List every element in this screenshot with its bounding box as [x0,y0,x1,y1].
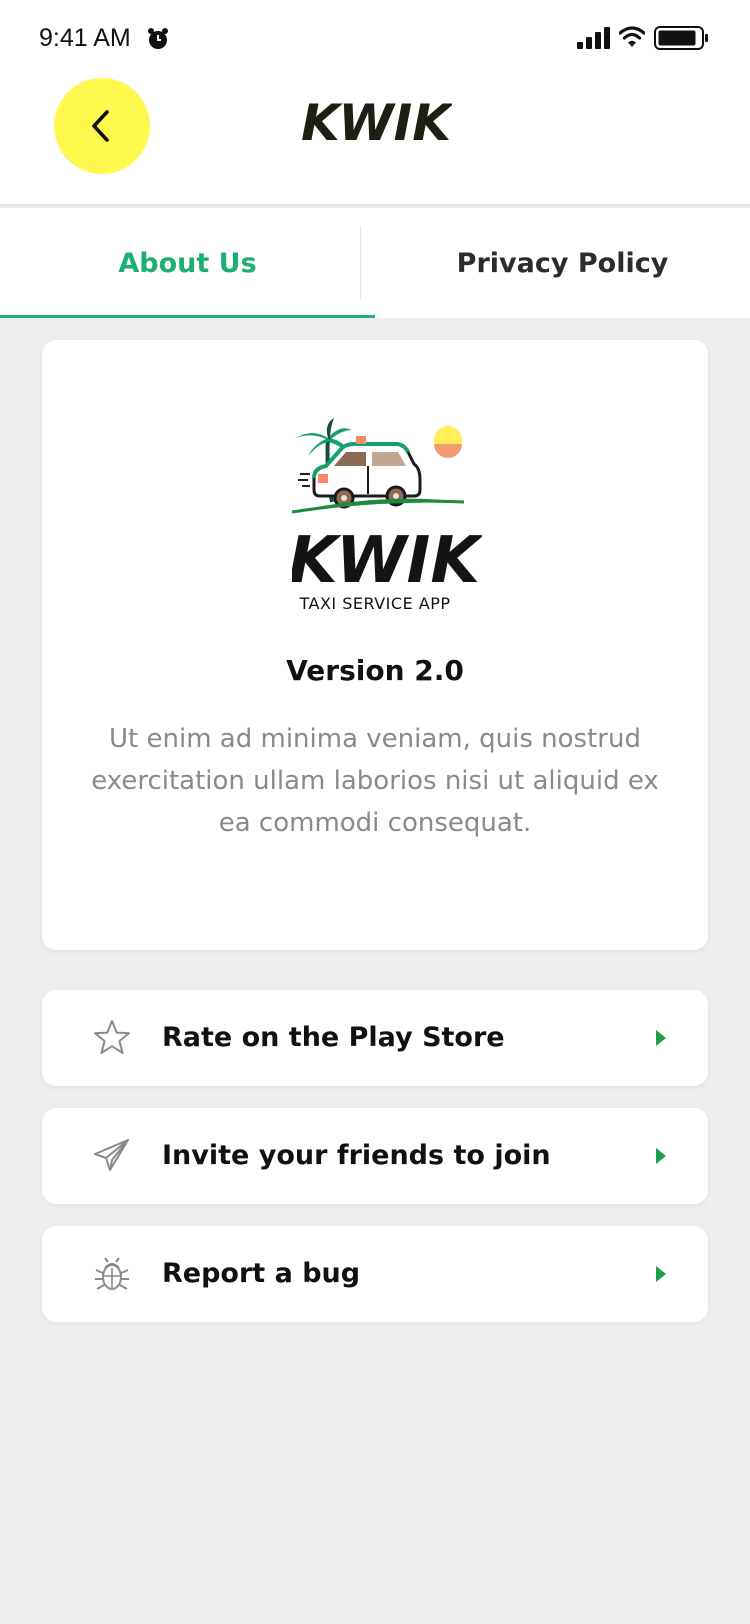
header-logo: KWIK [301,94,452,152]
alarm-clock-icon [148,28,168,49]
arrow-right-icon [656,1148,666,1164]
tab-divider [360,226,361,300]
signal-icon [577,27,610,49]
wifi-icon [619,26,645,47]
battery-icon [654,26,708,50]
tab-privacy-policy[interactable]: Privacy Policy [375,208,750,318]
action-label: Rate on the Play Store [162,1022,505,1053]
arrow-right-icon [656,1266,666,1282]
invite-friends-item[interactable]: Invite your friends to join [42,1108,708,1204]
star-icon [94,1020,130,1054]
svg-text:KWIK: KWIK [301,94,452,152]
svg-text:KWIK: KWIK [292,524,482,598]
tab-bar: About Us Privacy Policy [0,208,750,318]
logo-subtitle: TAXI SERVICE APP [299,594,451,613]
report-bug-item[interactable]: Report a bug [42,1226,708,1322]
kwik-taxi-logo: KWIK [292,418,482,598]
action-label: Report a bug [162,1258,361,1289]
chevron-left-icon [92,110,109,142]
rate-play-store-item[interactable]: Rate on the Play Store [42,990,708,1086]
about-card: KWIK TAXI SERVICE APP Version 2.0 Ut eni… [42,340,708,950]
action-label: Invite your friends to join [162,1140,551,1171]
status-bar: 9:41 AM [0,0,750,78]
status-time: 9:41 AM [39,24,131,52]
app-header: KWIK [0,78,750,206]
arrow-right-icon [656,1030,666,1046]
tab-about-us[interactable]: About Us [0,208,375,318]
back-button[interactable] [54,78,150,174]
paper-plane-icon [94,1139,129,1171]
bug-icon [95,1257,129,1290]
app-version: Version 2.0 [286,654,464,687]
about-description: Ut enim ad minima veniam, quis nostrud e… [91,724,659,838]
